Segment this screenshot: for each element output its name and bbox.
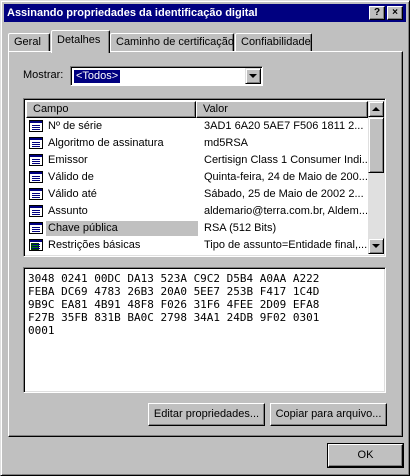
show-selected-value: <Todos> <box>74 70 121 83</box>
title-bar[interactable]: Assinando propriedades da identificação … <box>4 4 406 22</box>
list-item[interactable]: Algoritmo de assinatura md5RSA <box>26 135 368 152</box>
edit-properties-button[interactable]: Editar propriedades... <box>148 403 265 426</box>
field-name: Válido de <box>48 171 94 183</box>
help-icon: ? <box>373 7 381 18</box>
chevron-down-icon <box>372 244 380 248</box>
chevron-down-icon <box>249 74 257 78</box>
field-value: Certisign Class 1 Consumer Indi... <box>204 154 367 166</box>
hex-line: 0001 <box>28 324 55 337</box>
field-icon <box>29 222 43 234</box>
list-item[interactable]: Assunto aldemario@terra.com.br, Aldem... <box>26 203 368 220</box>
tab-label: Confiabilidade <box>241 36 311 48</box>
copy-to-file-button[interactable]: Copiar para arquivo... <box>270 403 387 426</box>
window-title: Assinando propriedades da identificação … <box>7 7 258 19</box>
button-label: OK <box>357 449 374 461</box>
tab-detalhes[interactable]: Detalhes <box>51 30 110 53</box>
field-value: 3AD1 6A20 5AE7 F506 1811 2... <box>204 120 364 132</box>
list-item[interactable]: Nº de série 3AD1 6A20 5AE7 F506 1811 2..… <box>26 118 368 135</box>
field-name: Restrições básicas <box>48 239 141 251</box>
show-label: Mostrar: <box>23 69 64 81</box>
list-item-selected[interactable]: Chave pública RSA (512 Bits) <box>26 220 368 237</box>
list-scrollbar[interactable] <box>368 101 384 254</box>
field-name: Algoritmo de assinatura <box>48 137 164 149</box>
dropdown-button[interactable] <box>245 68 261 84</box>
field-name: Emissor <box>48 154 88 166</box>
show-dropdown[interactable]: <Todos> <box>70 66 263 86</box>
tab-label: Caminho de certificação <box>116 36 235 48</box>
field-value: RSA (512 Bits) <box>204 222 277 234</box>
ok-button[interactable]: OK <box>327 443 404 468</box>
scroll-up-button[interactable] <box>368 101 384 117</box>
column-header-field[interactable]: Campo <box>26 101 196 118</box>
hex-line: 3048 0241 00DC DA13 523A C9C2 D5B4 A0AA … <box>28 272 320 285</box>
hex-line: F27B 35FB 831B BA0C 2798 34A1 24DB 9F02 … <box>28 311 320 324</box>
column-header-label: Campo <box>33 103 69 115</box>
field-icon <box>29 154 43 166</box>
tab-geral[interactable]: Geral <box>8 33 50 52</box>
scroll-thumb[interactable] <box>368 117 384 173</box>
fields-list[interactable]: Campo Valor Nº de série 3AD1 6A20 5AE7 F… <box>23 98 386 257</box>
field-value: aldemario@terra.com.br, Aldem... <box>204 205 367 217</box>
dialog-window: Assinando propriedades da identificação … <box>0 0 410 476</box>
field-icon <box>29 188 43 200</box>
tab-label: Detalhes <box>57 34 101 46</box>
scroll-down-button[interactable] <box>368 238 384 254</box>
list-item[interactable]: Emissor Certisign Class 1 Consumer Indi.… <box>26 152 368 169</box>
field-icon <box>29 171 43 183</box>
field-value: Tipo de assunto=Entidade final,... <box>204 239 367 251</box>
close-icon: × <box>392 7 398 18</box>
field-icon <box>29 120 43 132</box>
field-value: Quinta-feira, 24 de Maio de 200... <box>204 171 367 183</box>
field-name: Chave pública <box>46 221 198 236</box>
help-button[interactable]: ? <box>369 6 385 20</box>
list-item[interactable]: Válido até Sábado, 25 de Maio de 2002 2.… <box>26 186 368 203</box>
column-header-label: Valor <box>203 103 228 115</box>
column-header-value[interactable]: Valor <box>196 101 368 118</box>
close-button[interactable]: × <box>387 6 403 20</box>
button-label: Editar propriedades... <box>153 408 260 420</box>
field-icon <box>29 137 43 149</box>
tab-label: Geral <box>14 36 41 48</box>
chevron-up-icon <box>372 107 380 111</box>
field-name: Nº de série <box>48 120 103 132</box>
list-item[interactable]: Restrições básicas Tipo de assunto=Entid… <box>26 237 368 254</box>
hex-line: FEBA DC69 4783 26B3 20A0 5EE7 253B F417 … <box>28 285 320 298</box>
tab-caminho-de-certificacao[interactable]: Caminho de certificação <box>110 33 234 52</box>
extension-icon <box>29 239 43 251</box>
field-value: Sábado, 25 de Maio de 2002 2... <box>204 188 364 200</box>
hex-line: 9B9C EA81 4B91 48F8 F026 31F6 4FEE 2D09 … <box>28 298 320 311</box>
field-icon <box>29 205 43 217</box>
field-value: md5RSA <box>204 137 249 149</box>
list-item[interactable]: Válido de Quinta-feira, 24 de Maio de 20… <box>26 169 368 186</box>
field-name: Válido até <box>48 188 97 200</box>
field-name: Assunto <box>48 205 88 217</box>
tab-confiabilidade[interactable]: Confiabilidade <box>235 33 312 52</box>
value-details-box[interactable]: 3048 0241 00DC DA13 523A C9C2 D5B4 A0AA … <box>23 267 386 393</box>
button-label: Copiar para arquivo... <box>275 408 382 420</box>
